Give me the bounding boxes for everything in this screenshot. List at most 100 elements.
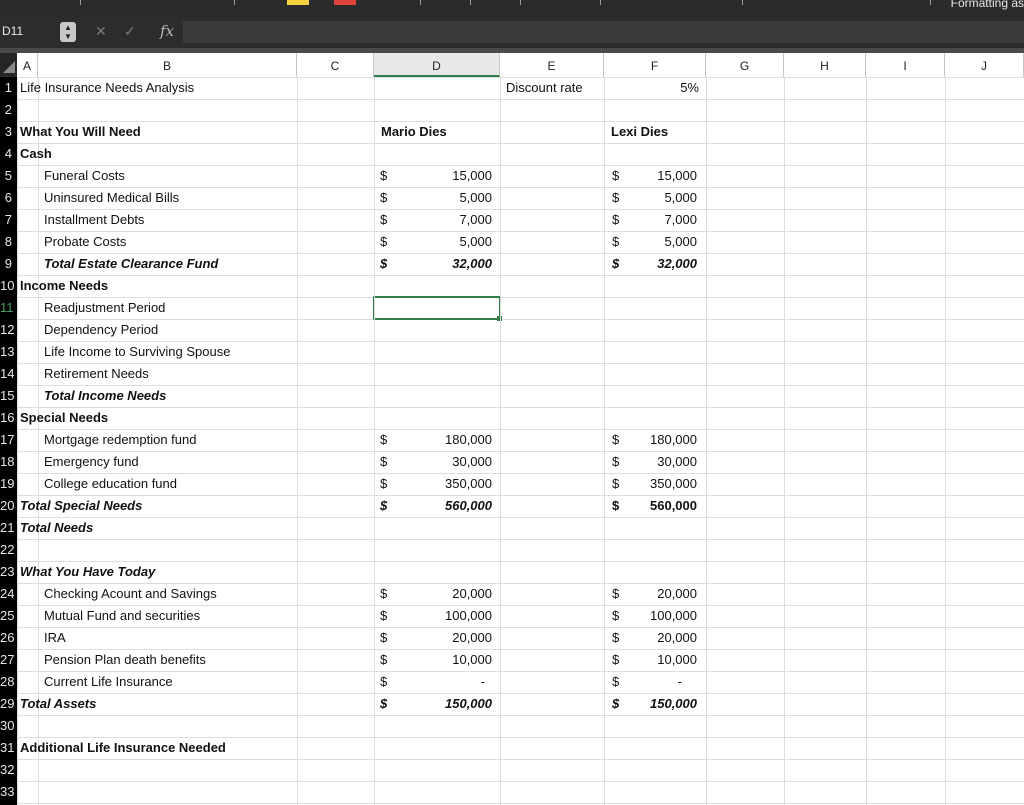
toolbar-separator xyxy=(600,0,601,5)
row-header[interactable]: 1 xyxy=(0,77,17,99)
value-lexi: 5,000 xyxy=(664,190,697,205)
row-header[interactable]: 26 xyxy=(0,627,17,649)
row-header[interactable]: 20 xyxy=(0,495,17,517)
currency-symbol: $ xyxy=(612,212,620,227)
toolbar-separator xyxy=(80,0,81,5)
active-cell-d11[interactable] xyxy=(373,296,501,320)
row-header[interactable]: 4 xyxy=(0,143,17,165)
value-mario: - xyxy=(480,674,485,689)
row-header[interactable]: 29 xyxy=(0,693,17,715)
currency-symbol: $ xyxy=(380,498,388,513)
conditional-formatting-label[interactable]: Formatting as xyxy=(951,0,1024,10)
row-header[interactable]: 19 xyxy=(0,473,17,495)
value-lexi: 5,000 xyxy=(664,234,697,249)
currency-symbol: $ xyxy=(612,608,620,623)
cell-area[interactable]: Life Insurance Needs Analysis Discount ra… xyxy=(17,77,1024,805)
value-mario: 150,000 xyxy=(445,696,492,711)
currency-symbol: $ xyxy=(612,630,620,645)
currency-symbol: $ xyxy=(380,432,388,447)
row-header[interactable]: 15 xyxy=(0,385,17,407)
select-all-corner[interactable] xyxy=(0,53,17,77)
column-header-g[interactable]: G xyxy=(706,53,784,77)
currency-symbol: $ xyxy=(612,652,620,667)
currency-symbol: $ xyxy=(612,190,620,205)
toolbar-separator xyxy=(930,0,931,5)
currency-symbol: $ xyxy=(380,256,388,271)
currency-symbol: $ xyxy=(380,234,388,249)
row-header[interactable]: 7 xyxy=(0,209,17,231)
toolbar-separator xyxy=(470,0,471,5)
name-box[interactable]: D11 xyxy=(0,20,58,42)
row-header[interactable]: 21 xyxy=(0,517,17,539)
row-header[interactable]: 22 xyxy=(0,539,17,561)
row-header[interactable]: 5 xyxy=(0,165,17,187)
currency-symbol: $ xyxy=(612,168,620,183)
highlight-color-swatch-icon[interactable] xyxy=(287,0,309,5)
column-header-f[interactable]: F xyxy=(604,53,706,77)
toolbar-separator xyxy=(520,0,521,5)
formula-input[interactable] xyxy=(183,21,1024,43)
row-label: Retirement Needs xyxy=(44,366,149,381)
row-header[interactable]: 18 xyxy=(0,451,17,473)
value-lexi: 350,000 xyxy=(650,476,697,491)
value-mario: 180,000 xyxy=(445,432,492,447)
row-header[interactable]: 27 xyxy=(0,649,17,671)
row-header[interactable]: 28 xyxy=(0,671,17,693)
row-header[interactable]: 8 xyxy=(0,231,17,253)
value-mario: 20,000 xyxy=(452,586,492,601)
row-header[interactable]: 11 xyxy=(0,297,17,319)
grid-line xyxy=(945,77,946,805)
row-header[interactable]: 33 xyxy=(0,781,17,803)
row-header[interactable]: 14 xyxy=(0,363,17,385)
column-header-h[interactable]: H xyxy=(784,53,866,77)
font-color-swatch-icon[interactable] xyxy=(334,0,356,5)
column-header-a[interactable]: A xyxy=(17,53,38,77)
name-box-stepper[interactable]: ▲ ▼ xyxy=(60,22,76,42)
chevron-down-icon[interactable]: ▼ xyxy=(64,32,72,41)
insert-function-icon[interactable]: fx xyxy=(160,22,174,40)
row-header[interactable]: 24 xyxy=(0,583,17,605)
column-header-c[interactable]: C xyxy=(297,53,374,77)
select-all-icon xyxy=(3,61,15,73)
row-label: Probate Costs xyxy=(44,234,127,249)
value-mario: 5,000 xyxy=(459,190,492,205)
enter-icon[interactable]: ✓ xyxy=(124,23,136,40)
currency-symbol: $ xyxy=(380,674,388,689)
column-header-d[interactable]: D xyxy=(374,53,500,77)
row-label: Checking Acount and Savings xyxy=(44,586,217,601)
value-mario: 100,000 xyxy=(445,608,492,623)
currency-symbol: $ xyxy=(612,476,620,491)
toolbar-separator xyxy=(742,0,743,5)
row-header[interactable]: 6 xyxy=(0,187,17,209)
column-header-i[interactable]: I xyxy=(866,53,945,77)
row-label: IRA xyxy=(44,630,66,645)
row-header[interactable]: 23 xyxy=(0,561,17,583)
row-header[interactable]: 13 xyxy=(0,341,17,363)
row-header[interactable]: 17 xyxy=(0,429,17,451)
row-header[interactable]: 32 xyxy=(0,759,17,781)
total-label: Total Assets xyxy=(20,696,97,711)
row-header[interactable]: 16 xyxy=(0,407,17,429)
column-header-j[interactable]: J xyxy=(945,53,1024,77)
currency-symbol: $ xyxy=(380,630,388,645)
currency-symbol: $ xyxy=(612,586,620,601)
grid-line xyxy=(784,77,785,805)
cancel-icon[interactable]: ✕ xyxy=(95,23,107,40)
chevron-up-icon[interactable]: ▲ xyxy=(64,23,72,32)
row-header[interactable]: 30 xyxy=(0,715,17,737)
row-header[interactable]: 31 xyxy=(0,737,17,759)
column-header-e[interactable]: E xyxy=(500,53,604,77)
row-header[interactable]: 25 xyxy=(0,605,17,627)
row-header[interactable]: 3 xyxy=(0,121,17,143)
row-header[interactable]: 10 xyxy=(0,275,17,297)
currency-symbol: $ xyxy=(612,674,620,689)
total-label: Total Special Needs xyxy=(20,498,143,513)
value-mario: 32,000 xyxy=(452,256,492,271)
row-header[interactable]: 2 xyxy=(0,99,17,121)
value-lexi: 180,000 xyxy=(650,432,697,447)
column-header-b[interactable]: B xyxy=(38,53,297,77)
row-header[interactable]: 12 xyxy=(0,319,17,341)
value-lexi: 10,000 xyxy=(657,652,697,667)
section-header-need: What You Will Need xyxy=(20,124,141,139)
row-header[interactable]: 9 xyxy=(0,253,17,275)
